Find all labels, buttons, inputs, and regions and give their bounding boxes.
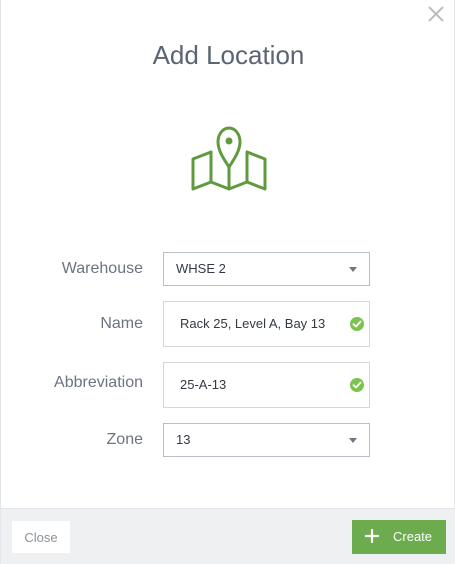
abbreviation-row: Abbreviation 25-A-13	[1, 362, 455, 408]
warehouse-value: WHSE 2	[176, 261, 226, 276]
map-pin-icon	[189, 125, 269, 195]
name-row: Name Rack 25, Level A, Bay 13	[1, 301, 455, 347]
name-label: Name	[100, 315, 143, 332]
add-location-dialog: Add Location Warehouse WHSE 2 Name Rack …	[0, 0, 455, 564]
dialog-title: Add Location	[152, 40, 305, 70]
abbreviation-value: 25-A-13	[180, 377, 227, 392]
zone-value: 13	[176, 432, 191, 447]
abbreviation-input[interactable]: 25-A-13	[163, 362, 370, 408]
create-button[interactable]: Create	[352, 520, 446, 554]
chevron-down-icon	[349, 267, 357, 272]
name-value: Rack 25, Level A, Bay 13	[180, 316, 326, 331]
warehouse-row: Warehouse WHSE 2	[1, 252, 455, 286]
check-icon	[350, 317, 364, 331]
close-icon[interactable]	[426, 4, 446, 24]
dialog-footer: Close Create	[1, 508, 455, 564]
chevron-down-icon	[349, 438, 357, 443]
name-input[interactable]: Rack 25, Level A, Bay 13	[163, 301, 370, 347]
warehouse-select[interactable]: WHSE 2	[163, 252, 370, 286]
check-icon	[350, 378, 364, 392]
zone-select[interactable]: 13	[163, 423, 370, 457]
warehouse-label: Warehouse	[61, 260, 143, 277]
zone-label: Zone	[106, 431, 143, 448]
create-button-label: Create	[393, 529, 433, 544]
plus-icon	[364, 528, 380, 544]
zone-row: Zone 13	[1, 423, 455, 457]
close-button[interactable]: Close	[12, 521, 70, 553]
abbreviation-label: Abbreviation	[54, 374, 143, 391]
